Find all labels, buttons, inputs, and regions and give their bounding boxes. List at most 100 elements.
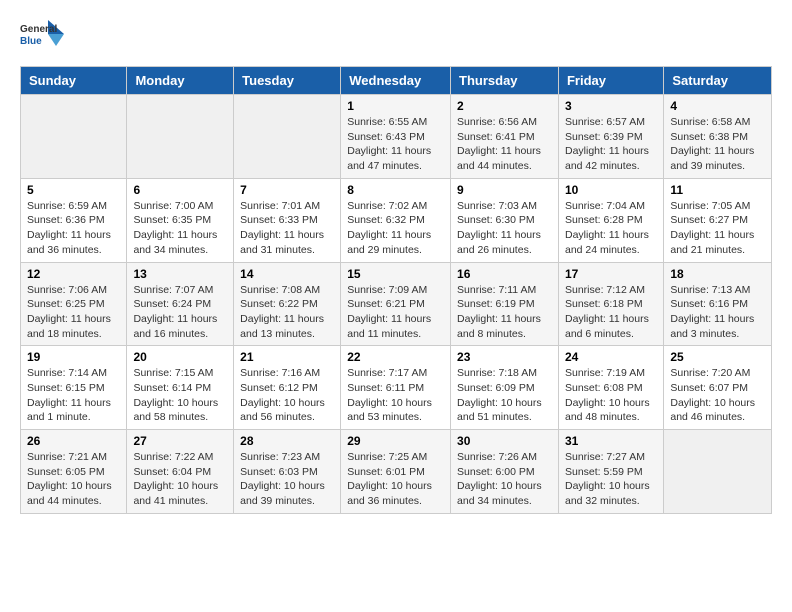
calendar-cell: 29Sunrise: 7:25 AM Sunset: 6:01 PM Dayli… [341, 430, 451, 514]
calendar-cell: 16 Sunrise: 7:11 AM Sunset: 6:19 PM Dayli… [451, 262, 559, 346]
calendar-cell: 26 Sunrise: 7:21 AM Sunset: 6:05 PM Dayli… [21, 430, 127, 514]
day-info: Sunrise: 6:59 AM Sunset: 6:36 PM Dayligh… [27, 199, 120, 258]
day-info: Sunrise: 7:18 AM Sunset: 6:09 PM Dayligh… [457, 366, 552, 425]
day-number: 5 [27, 183, 120, 197]
day-info: Sunrise: 7:04 AM Sunset: 6:28 PM Dayligh… [565, 199, 657, 258]
svg-text:General: General [20, 24, 57, 35]
day-info: Sunrise: 7:16 AM Sunset: 6:12 PM Dayligh… [240, 366, 334, 425]
calendar-cell [664, 430, 772, 514]
logo: General Blue [20, 16, 66, 54]
calendar-row: 26 Sunrise: 7:21 AM Sunset: 6:05 PM Dayli… [21, 430, 772, 514]
day-number: 31 [565, 434, 657, 448]
day-info: Sunrise: 7:05 AM Sunset: 6:27 PM Dayligh… [670, 199, 765, 258]
day-number: 26 [27, 434, 120, 448]
day-number: 12 [27, 267, 120, 281]
calendar-cell: 3 Sunrise: 6:57 AM Sunset: 6:39 PM Daylig… [558, 95, 663, 179]
calendar-cell: 6Sunrise: 7:00 AM Sunset: 6:35 PM Daylig… [127, 178, 234, 262]
day-number: 25 [670, 350, 765, 364]
calendar-cell [234, 95, 341, 179]
calendar-cell: 9 Sunrise: 7:03 AM Sunset: 6:30 PM Daylig… [451, 178, 559, 262]
day-number: 17 [565, 267, 657, 281]
day-number: 21 [240, 350, 334, 364]
day-info: Sunrise: 7:27 AM Sunset: 5:59 PM Dayligh… [565, 450, 657, 509]
day-info: Sunrise: 7:09 AM Sunset: 6:21 PM Dayligh… [347, 283, 444, 342]
day-number: 1 [347, 99, 444, 113]
weekday-header-wednesday: Wednesday [341, 67, 451, 95]
day-info: Sunrise: 7:23 AM Sunset: 6:03 PM Dayligh… [240, 450, 334, 509]
weekday-header-sunday: Sunday [21, 67, 127, 95]
day-number: 29 [347, 434, 444, 448]
calendar-row: 5 Sunrise: 6:59 AM Sunset: 6:36 PM Daylig… [21, 178, 772, 262]
weekday-header-friday: Friday [558, 67, 663, 95]
calendar-cell: 22 Sunrise: 7:17 AM Sunset: 6:11 PM Dayli… [341, 346, 451, 430]
calendar-cell: 10 Sunrise: 7:04 AM Sunset: 6:28 PM Dayli… [558, 178, 663, 262]
calendar-row: 1 Sunrise: 6:55 AM Sunset: 6:43 PM Daylig… [21, 95, 772, 179]
day-info: Sunrise: 7:19 AM Sunset: 6:08 PM Dayligh… [565, 366, 657, 425]
day-number: 19 [27, 350, 120, 364]
day-number: 28 [240, 434, 334, 448]
day-number: 23 [457, 350, 552, 364]
day-info: Sunrise: 7:21 AM Sunset: 6:05 PM Dayligh… [27, 450, 120, 509]
calendar-cell: 13 Sunrise: 7:07 AM Sunset: 6:24 PM Dayli… [127, 262, 234, 346]
calendar-row: 12 Sunrise: 7:06 AM Sunset: 6:25 PM Dayli… [21, 262, 772, 346]
day-info: Sunrise: 7:15 AM Sunset: 6:14 PM Dayligh… [133, 366, 227, 425]
day-info: Sunrise: 7:17 AM Sunset: 6:11 PM Dayligh… [347, 366, 444, 425]
day-number: 7 [240, 183, 334, 197]
day-info: Sunrise: 7:07 AM Sunset: 6:24 PM Dayligh… [133, 283, 227, 342]
calendar-cell: 14 Sunrise: 7:08 AM Sunset: 6:22 PM Dayli… [234, 262, 341, 346]
day-number: 3 [565, 99, 657, 113]
calendar-cell [21, 95, 127, 179]
day-number: 22 [347, 350, 444, 364]
day-info: Sunrise: 7:03 AM Sunset: 6:30 PM Dayligh… [457, 199, 552, 258]
day-number: 4 [670, 99, 765, 113]
calendar-cell: 11 Sunrise: 7:05 AM Sunset: 6:27 PM Dayli… [664, 178, 772, 262]
calendar-cell: 1 Sunrise: 6:55 AM Sunset: 6:43 PM Daylig… [341, 95, 451, 179]
calendar-row: 19 Sunrise: 7:14 AM Sunset: 6:15 PM Dayli… [21, 346, 772, 430]
calendar-cell: 25Sunrise: 7:20 AM Sunset: 6:07 PM Dayli… [664, 346, 772, 430]
logo-icon: General Blue [20, 16, 66, 54]
svg-text:Blue: Blue [20, 36, 42, 47]
calendar-cell: 15 Sunrise: 7:09 AM Sunset: 6:21 PM Dayli… [341, 262, 451, 346]
day-info: Sunrise: 6:57 AM Sunset: 6:39 PM Dayligh… [565, 115, 657, 174]
day-info: Sunrise: 7:22 AM Sunset: 6:04 PM Dayligh… [133, 450, 227, 509]
day-info: Sunrise: 7:00 AM Sunset: 6:35 PM Dayligh… [133, 199, 227, 258]
day-info: Sunrise: 6:58 AM Sunset: 6:38 PM Dayligh… [670, 115, 765, 174]
day-number: 20 [133, 350, 227, 364]
day-info: Sunrise: 7:26 AM Sunset: 6:00 PM Dayligh… [457, 450, 552, 509]
calendar-cell [127, 95, 234, 179]
day-number: 9 [457, 183, 552, 197]
calendar-cell: 4 Sunrise: 6:58 AM Sunset: 6:38 PM Daylig… [664, 95, 772, 179]
page-header: General Blue [20, 16, 772, 54]
calendar-cell: 12 Sunrise: 7:06 AM Sunset: 6:25 PM Dayli… [21, 262, 127, 346]
day-number: 18 [670, 267, 765, 281]
calendar-cell: 24 Sunrise: 7:19 AM Sunset: 6:08 PM Dayli… [558, 346, 663, 430]
weekday-header-saturday: Saturday [664, 67, 772, 95]
day-info: Sunrise: 7:01 AM Sunset: 6:33 PM Dayligh… [240, 199, 334, 258]
calendar-cell: 31 Sunrise: 7:27 AM Sunset: 5:59 PM Dayli… [558, 430, 663, 514]
day-info: Sunrise: 7:12 AM Sunset: 6:18 PM Dayligh… [565, 283, 657, 342]
day-number: 8 [347, 183, 444, 197]
calendar-cell: 17 Sunrise: 7:12 AM Sunset: 6:18 PM Dayli… [558, 262, 663, 346]
day-number: 13 [133, 267, 227, 281]
day-number: 16 [457, 267, 552, 281]
day-number: 14 [240, 267, 334, 281]
calendar-cell: 30 Sunrise: 7:26 AM Sunset: 6:00 PM Dayli… [451, 430, 559, 514]
calendar-cell: 23 Sunrise: 7:18 AM Sunset: 6:09 PM Dayli… [451, 346, 559, 430]
day-number: 15 [347, 267, 444, 281]
calendar-cell: 2Sunrise: 6:56 AM Sunset: 6:41 PM Daylig… [451, 95, 559, 179]
day-number: 11 [670, 183, 765, 197]
day-info: Sunrise: 7:08 AM Sunset: 6:22 PM Dayligh… [240, 283, 334, 342]
day-info: Sunrise: 7:11 AM Sunset: 6:19 PM Dayligh… [457, 283, 552, 342]
calendar-cell: 28 Sunrise: 7:23 AM Sunset: 6:03 PM Dayli… [234, 430, 341, 514]
day-info: Sunrise: 6:55 AM Sunset: 6:43 PM Dayligh… [347, 115, 444, 174]
day-info: Sunrise: 7:02 AM Sunset: 6:32 PM Dayligh… [347, 199, 444, 258]
day-number: 30 [457, 434, 552, 448]
day-number: 10 [565, 183, 657, 197]
weekday-header-tuesday: Tuesday [234, 67, 341, 95]
calendar-header: SundayMondayTuesdayWednesdayThursdayFrid… [21, 67, 772, 95]
day-info: Sunrise: 7:14 AM Sunset: 6:15 PM Dayligh… [27, 366, 120, 425]
weekday-header-thursday: Thursday [451, 67, 559, 95]
day-number: 24 [565, 350, 657, 364]
weekday-header-monday: Monday [127, 67, 234, 95]
day-info: Sunrise: 7:06 AM Sunset: 6:25 PM Dayligh… [27, 283, 120, 342]
